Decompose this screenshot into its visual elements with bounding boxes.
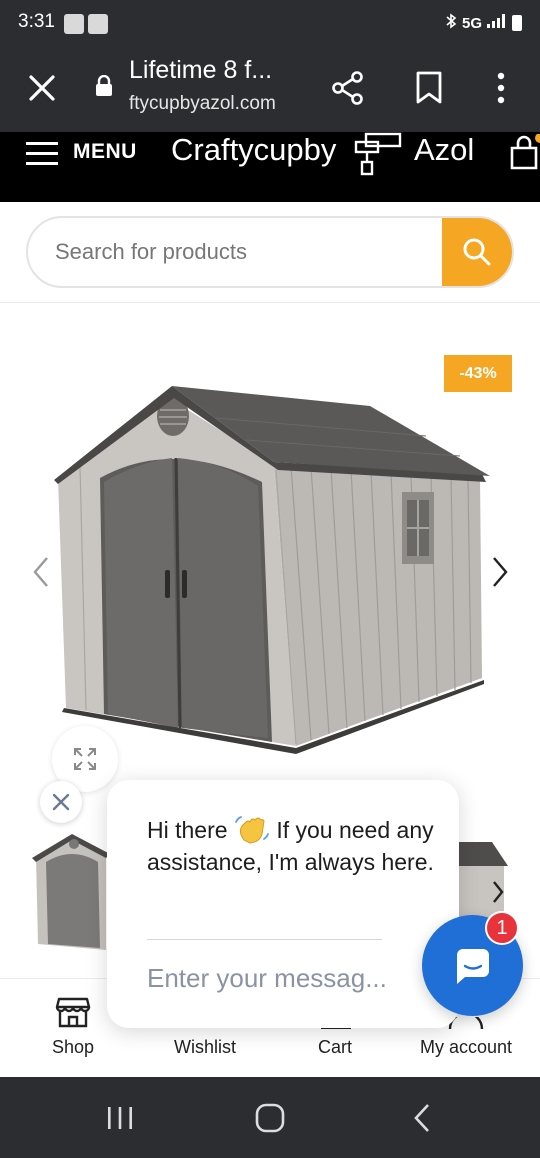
thumbnail-image[interactable] [30, 832, 110, 960]
nav-wishlist-label: Wishlist [174, 1037, 236, 1057]
page-title[interactable]: Lifetime 8 f... [129, 56, 272, 85]
chat-greeting-part1: Hi there [147, 817, 228, 843]
home-icon [255, 1103, 285, 1133]
menu-button[interactable] [26, 140, 58, 166]
header-divider [0, 302, 540, 303]
more-vertical-icon [497, 72, 505, 104]
system-nav-bar [0, 1077, 540, 1158]
chat-bubble-icon [457, 949, 489, 984]
lock-icon [95, 74, 113, 97]
chat-dismiss-button[interactable] [40, 781, 82, 823]
notification-icon [88, 14, 108, 34]
expand-icon [74, 748, 96, 770]
search-button[interactable] [442, 218, 512, 286]
brand-name-left[interactable]: Craftycupby [171, 132, 336, 168]
back-icon [414, 1104, 429, 1132]
bluetooth-icon [445, 13, 457, 33]
search-input[interactable] [28, 218, 446, 286]
next-image-button[interactable] [484, 552, 514, 592]
status-time: 3:31 [18, 11, 55, 32]
bookmark-icon [416, 71, 442, 104]
bookmark-button[interactable] [407, 66, 451, 110]
brand-name-right[interactable]: Azol [414, 132, 474, 168]
chevron-right-icon [493, 557, 508, 587]
back-button[interactable] [406, 1101, 440, 1135]
search-bar [26, 216, 514, 288]
share-icon [332, 71, 363, 105]
browser-toolbar: Lifetime 8 f... ftycupbyazol.com [0, 46, 540, 132]
recent-apps-icon [108, 1107, 132, 1129]
status-bar: 3:31 5G [0, 0, 540, 46]
screen: 3:31 5G Lifetime 8 f... ftycupbyazol.com [0, 0, 540, 1158]
network-label: 5G [461, 14, 482, 32]
nav-my-account-label: My account [419, 1037, 513, 1057]
prev-image-button[interactable] [27, 552, 57, 592]
shopping-bag-icon [510, 133, 540, 170]
site-header: MENU Craftycupby Azol [0, 132, 540, 202]
chat-message-input[interactable] [147, 956, 419, 1000]
home-button[interactable] [253, 1101, 287, 1135]
close-icon [29, 75, 55, 101]
notification-icon [64, 14, 84, 34]
product-image[interactable] [46, 378, 496, 762]
status-indicators: 5G [445, 13, 522, 33]
waving-hand-icon [234, 814, 270, 844]
nav-shop-label: Shop [51, 1037, 95, 1057]
store-icon [55, 997, 91, 1028]
share-button[interactable] [326, 66, 370, 110]
close-tab-button[interactable] [20, 66, 64, 110]
cart-bag-button[interactable] [508, 133, 540, 170]
brand-logo-icon[interactable] [352, 132, 404, 176]
battery-icon [512, 15, 522, 31]
search-icon [463, 238, 491, 266]
close-icon [52, 793, 70, 811]
nav-cart-label: Cart [317, 1037, 352, 1057]
hamburger-icon [26, 142, 58, 165]
chat-divider [147, 939, 382, 940]
signal-icon [487, 14, 507, 32]
chat-unread-badge: 1 [485, 911, 519, 945]
menu-label[interactable]: MENU [73, 140, 137, 164]
chevron-left-icon [33, 557, 48, 587]
chat-popup: Hi there If you need any assistance, I'm… [107, 780, 459, 1028]
recent-apps-button[interactable] [103, 1101, 137, 1135]
more-options-button[interactable] [479, 66, 523, 110]
page-url[interactable]: ftycupbyazol.com [129, 93, 276, 115]
chat-greeting: Hi there If you need any assistance, I'm… [147, 814, 437, 878]
